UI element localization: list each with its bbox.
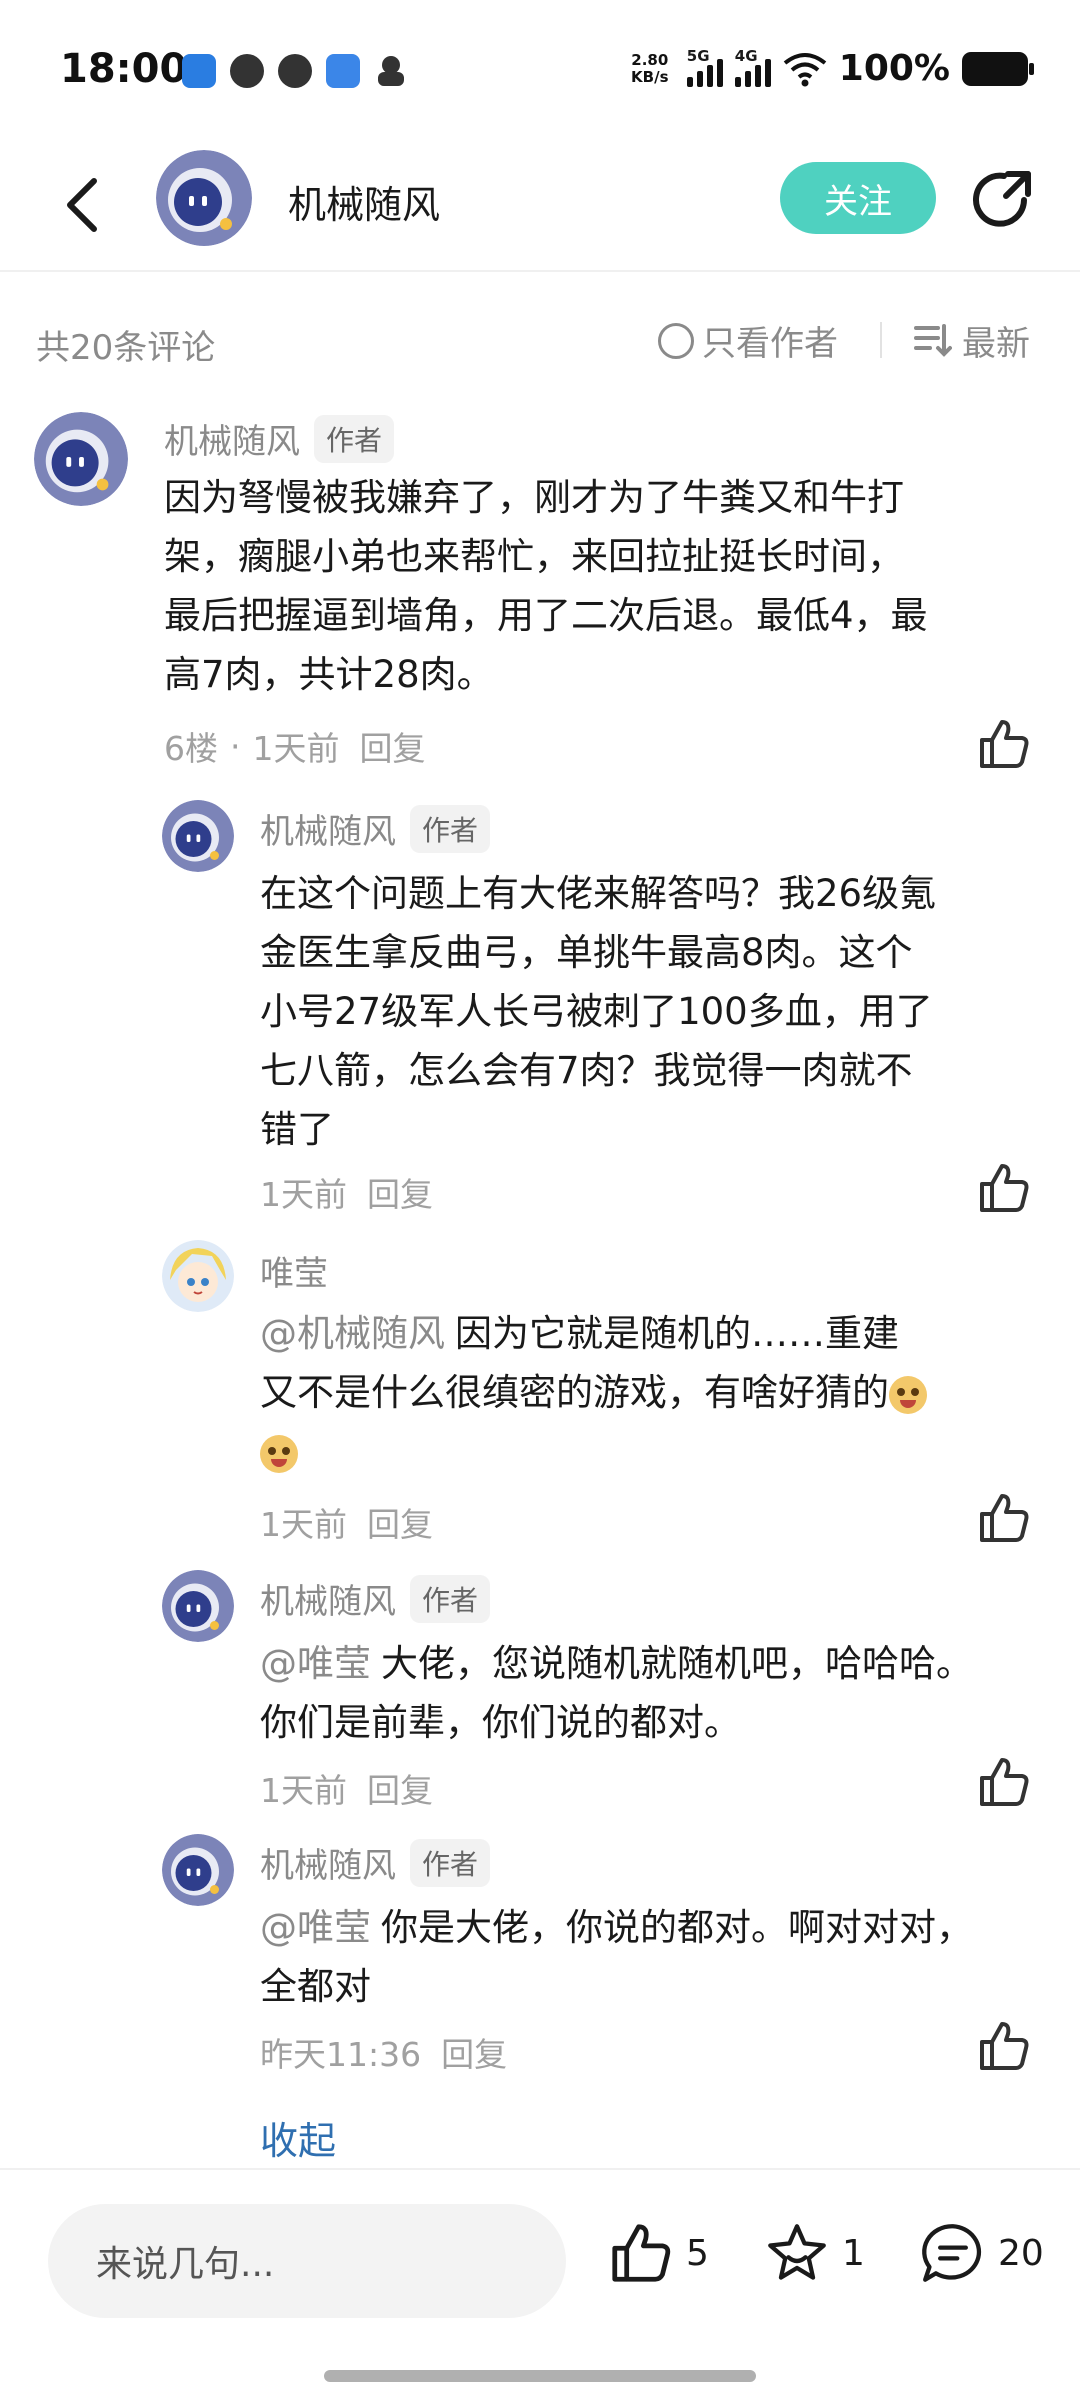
status-time: 18:00 <box>60 46 188 92</box>
commenter-avatar[interactable] <box>162 1570 234 1642</box>
reply-button[interactable]: 回复 <box>441 2028 507 2076</box>
author-badge: 作者 <box>410 1838 491 1887</box>
like-button[interactable] <box>978 718 1030 770</box>
commenter-name[interactable]: 机械随风 <box>260 1574 396 1623</box>
app-notification-icon <box>230 54 264 88</box>
commenter-name-row: 机械随风 作者 <box>164 414 395 463</box>
commenter-name[interactable]: 机械随风 <box>164 414 300 463</box>
floor-number: 6楼 <box>164 729 218 768</box>
commenter-name[interactable]: 机械随风 <box>260 804 396 853</box>
comment-bubble-icon <box>922 2224 982 2282</box>
network-speed: 2.80 KB/s <box>631 50 669 86</box>
thumbs-up-icon <box>980 1164 1029 1212</box>
app-notification-icon <box>326 54 360 88</box>
comment-text: 在这个问题上有大佬来解答吗？我26级氪 金医生拿反曲弓，单挑牛最高8肉。这个 小… <box>260 872 937 1151</box>
status-app-icons <box>182 54 408 88</box>
signal-5g-icon: 5G <box>686 47 723 87</box>
star-icon <box>768 2224 826 2280</box>
favorite-count: 1 <box>842 2232 865 2274</box>
like-button[interactable] <box>978 2020 1030 2072</box>
commenter-name-row: 机械随风 作者 <box>260 1838 491 1887</box>
reply-button[interactable]: 回复 <box>360 722 426 770</box>
header: 机械随风 关注 <box>0 140 1080 272</box>
signal-4g-icon: 4G <box>734 47 771 87</box>
comment-meta: 1天前 回复 <box>260 1764 433 1812</box>
commenter-name-row: 机械随风 作者 <box>260 804 491 853</box>
back-arrow-icon <box>67 178 97 232</box>
commenter-name-row: 唯莹 <box>260 1246 328 1295</box>
commenter-avatar[interactable] <box>162 1240 234 1312</box>
wifi-icon <box>783 51 827 87</box>
comments-count: 20 <box>998 2232 1044 2274</box>
commenter-name-row: 机械随风 作者 <box>260 1574 491 1623</box>
emoji-icon <box>260 1434 298 1473</box>
like-count: 5 <box>686 2232 709 2274</box>
sort-icon <box>914 323 952 357</box>
comment-count: 共20条评论 <box>36 328 216 368</box>
thumbs-up-icon <box>980 1494 1029 1542</box>
back-button[interactable] <box>52 170 112 240</box>
home-indicator[interactable] <box>324 2370 756 2382</box>
author-badge: 作者 <box>410 804 491 853</box>
collapse-replies-button[interactable]: 收起 <box>260 2110 336 2165</box>
mention-link[interactable]: @唯莹 <box>260 1642 371 1685</box>
divider <box>880 322 882 358</box>
battery-percent: 100% <box>838 48 950 89</box>
comment-meta: 1天前 回复 <box>260 1168 433 1216</box>
comment-text: @唯莹 你是大佬，你说的都对。啊对对对， 全都对 <box>260 1906 973 2008</box>
commenter-avatar[interactable] <box>162 1834 234 1906</box>
like-button[interactable] <box>978 1492 1030 1544</box>
sort-latest-button[interactable]: 最新 <box>914 316 1030 365</box>
commenter-avatar[interactable] <box>162 800 234 872</box>
app-notification-icon <box>182 54 216 88</box>
comment-time: 1天前 <box>252 729 340 768</box>
thumbs-up-icon <box>612 2224 671 2282</box>
comment-text: 因为弩慢被我嫌弃了，刚才为了牛粪又和牛打 架，瘸腿小弟也来帮忙，来回拉扯挺长时间… <box>164 476 928 696</box>
only-author-toggle[interactable]: 只看作者 <box>658 316 838 365</box>
comment-input[interactable]: 来说几句... <box>48 2204 566 2318</box>
like-post-button[interactable]: 5 <box>608 2222 709 2284</box>
share-button[interactable] <box>970 166 1036 232</box>
battery-icon <box>962 51 1034 86</box>
favorite-button[interactable]: 1 <box>764 2222 865 2284</box>
commenter-name[interactable]: 唯莹 <box>260 1246 328 1295</box>
app-notification-icon <box>374 54 408 88</box>
commenter-avatar[interactable] <box>34 412 128 506</box>
author-badge: 作者 <box>314 414 395 463</box>
comment-meta: 6楼 · 1天前 回复 <box>164 722 426 770</box>
thumbs-up-icon <box>980 2022 1029 2070</box>
comment-time: 1天前 <box>260 1771 347 1810</box>
like-button[interactable] <box>978 1162 1030 1214</box>
author-name[interactable]: 机械随风 <box>288 174 440 229</box>
comment-meta: 昨天11:36 回复 <box>260 2028 507 2076</box>
author-avatar[interactable] <box>156 150 252 246</box>
follow-button[interactable]: 关注 <box>780 162 936 234</box>
comment-text: @唯莹 大佬，您说随机就随机吧，哈哈哈。 你们是前辈，你们说的都对。 <box>260 1642 973 1744</box>
mention-link[interactable]: @唯莹 <box>260 1906 371 1949</box>
like-button[interactable] <box>978 1756 1030 1808</box>
reply-button[interactable]: 回复 <box>367 1498 433 1546</box>
bottom-action-bar: 来说几句... 5 1 20 <box>0 2168 1080 2400</box>
comment-time: 昨天11:36 <box>260 2035 422 2074</box>
reply-button[interactable]: 回复 <box>367 1168 433 1216</box>
comment-sort-bar: 共20条评论 只看作者 最新 <box>0 272 1080 412</box>
comment-time: 1天前 <box>260 1175 347 1214</box>
share-icon <box>973 171 1031 227</box>
radio-icon <box>658 322 694 359</box>
emoji-icon <box>889 1375 927 1414</box>
mention-link[interactable]: @机械随风 <box>260 1312 445 1355</box>
comment-time: 1天前 <box>260 1505 347 1544</box>
thumbs-up-icon <box>980 720 1029 768</box>
comment-text: @机械随风 因为它就是随机的……重建 又不是什么很缜密的游戏，有啥好猜的 <box>260 1304 1050 1481</box>
comment-meta: 1天前 回复 <box>260 1498 433 1546</box>
commenter-name[interactable]: 机械随风 <box>260 1838 396 1887</box>
status-bar: 18:00 2.80 KB/s 5G 4G 100% <box>0 0 1080 140</box>
comments-button[interactable]: 20 <box>920 2222 1044 2284</box>
reply-button[interactable]: 回复 <box>367 1764 433 1812</box>
weibo-icon <box>278 54 312 88</box>
thumbs-up-icon <box>980 1758 1029 1806</box>
author-badge: 作者 <box>410 1574 491 1623</box>
